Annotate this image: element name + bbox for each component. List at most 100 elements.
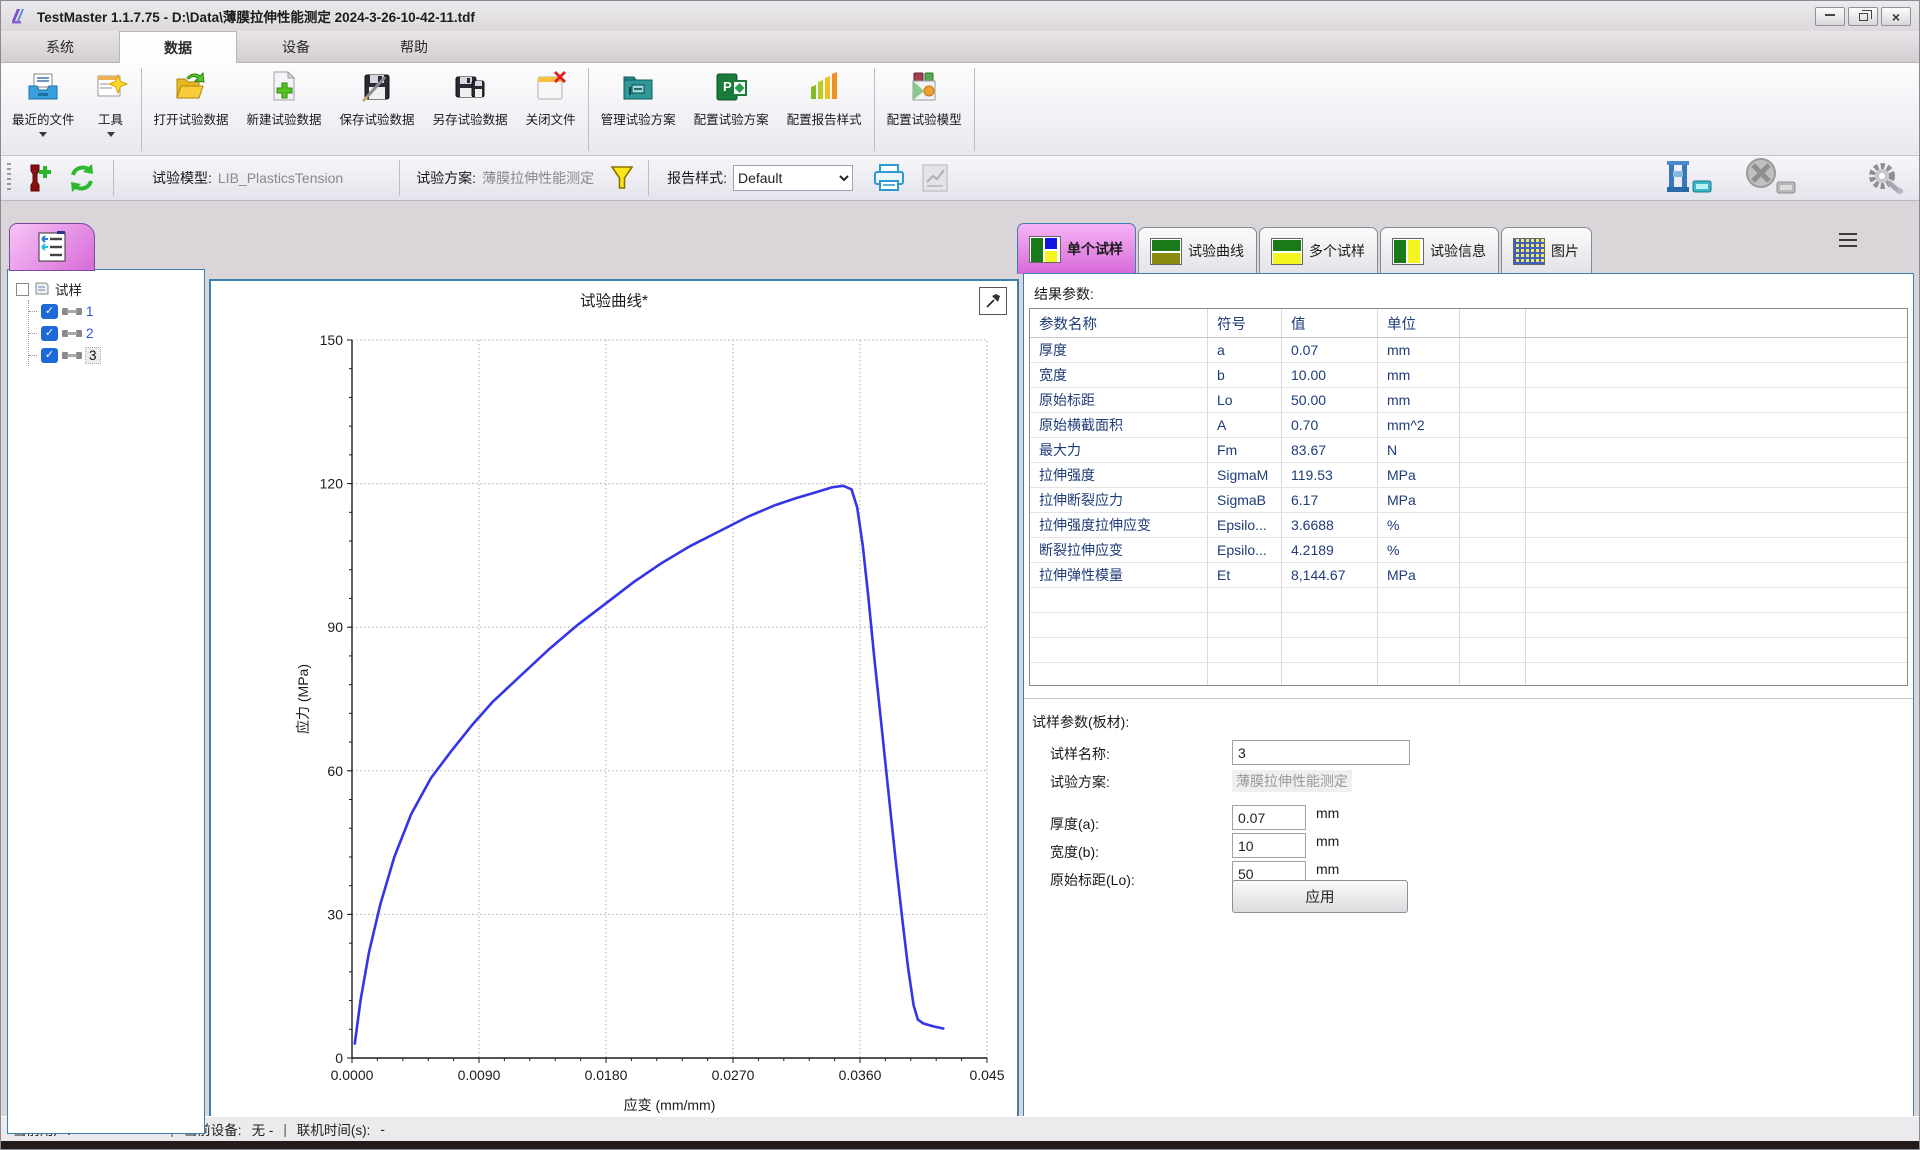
width-input[interactable] bbox=[1232, 833, 1306, 858]
save-as-test-data-button[interactable]: 另存试验数据 bbox=[424, 66, 517, 153]
svg-text:0.045: 0.045 bbox=[969, 1067, 1004, 1083]
menu-tab-system[interactable]: 系统 bbox=[1, 31, 119, 63]
unit-cell: MPa bbox=[1378, 563, 1460, 587]
results-table[interactable]: 参数名称 符号 值 单位 厚度 a 0.07 mm bbox=[1029, 308, 1908, 686]
empty-cell bbox=[1460, 588, 1526, 612]
table-row[interactable]: 宽度 b 10.00 mm bbox=[1030, 363, 1907, 388]
specimen-list-tab[interactable] bbox=[9, 223, 95, 271]
unit-cell: N bbox=[1378, 438, 1460, 462]
printer-icon bbox=[871, 162, 907, 194]
specimen-3-checkbox[interactable]: ✓ bbox=[41, 348, 58, 363]
col-value: 值 bbox=[1282, 309, 1378, 337]
tab-test-info[interactable]: 试验信息 bbox=[1380, 227, 1499, 274]
value-cell: 3.6688 bbox=[1282, 513, 1378, 537]
tree-root-label: 试样 bbox=[55, 279, 82, 299]
toolbar-separator bbox=[399, 160, 400, 196]
toolbar-separator bbox=[113, 160, 114, 196]
table-row[interactable] bbox=[1030, 663, 1907, 686]
config-scheme-button[interactable]: P 配置试验方案 bbox=[685, 66, 778, 153]
thickness-input[interactable] bbox=[1232, 805, 1306, 830]
width-unit: mm bbox=[1316, 833, 1339, 849]
tree-root-specimens[interactable]: 试样 bbox=[16, 278, 200, 300]
param-name-cell: 原始标距 bbox=[1030, 388, 1208, 412]
unit-cell bbox=[1378, 663, 1460, 686]
tree-item-specimen-1[interactable]: ✓ 1 bbox=[29, 300, 200, 322]
report-style-select[interactable]: Default bbox=[733, 165, 853, 191]
tree-item-specimen-3[interactable]: ✓ 3 bbox=[29, 344, 200, 366]
menu-tab-device[interactable]: 设备 bbox=[237, 31, 355, 63]
device-disconnected-icon[interactable] bbox=[1741, 158, 1799, 196]
symbol-cell: Et bbox=[1208, 563, 1282, 587]
table-row[interactable] bbox=[1030, 638, 1907, 663]
manage-scheme-button[interactable]: 管理试验方案 bbox=[592, 66, 685, 153]
restore-button[interactable] bbox=[1848, 7, 1878, 26]
tools-button[interactable]: 工具 bbox=[84, 66, 138, 153]
status-bar: 当前用户: Administrator | 当前设备: 无 - | 联机时间(s… bbox=[1, 1116, 1919, 1141]
menu-tab-help[interactable]: 帮助 bbox=[355, 31, 473, 63]
toolbar-button-label: 配置试验模型 bbox=[887, 109, 962, 128]
tab-multi-specimen[interactable]: 多个试样 bbox=[1259, 227, 1378, 274]
new-test-data-button[interactable]: 新建试验数据 bbox=[238, 66, 331, 153]
tab-test-curve[interactable]: 试验曲线 bbox=[1138, 227, 1257, 274]
stress-strain-plot[interactable]: 03060901201500.00000.00900.01800.02700.0… bbox=[211, 311, 1016, 1132]
config-model-button[interactable]: 配置试验模型 bbox=[878, 66, 971, 153]
value-cell bbox=[1282, 638, 1378, 662]
svg-text:90: 90 bbox=[327, 619, 343, 635]
unit-cell: % bbox=[1378, 513, 1460, 537]
specimen-form-title: 试样参数(板材): bbox=[1032, 712, 1129, 732]
table-row[interactable]: 最大力 Fm 83.67 N bbox=[1030, 438, 1907, 463]
title-bar: TestMaster 1.1.7.75 - D:\Data\薄膜拉伸性能测定 2… bbox=[1, 1, 1919, 31]
table-row[interactable]: 原始横截面积 A 0.70 mm^2 bbox=[1030, 413, 1907, 438]
toolbar-separator bbox=[588, 68, 589, 151]
param-name-cell: 断裂拉伸应变 bbox=[1030, 538, 1208, 562]
tab-single-specimen[interactable]: 单个试样 bbox=[1017, 223, 1136, 274]
table-row[interactable] bbox=[1030, 613, 1907, 638]
menu-tab-data[interactable]: 数据 bbox=[119, 31, 237, 63]
toolbar-button-label: 新建试验数据 bbox=[247, 109, 322, 128]
table-row[interactable]: 拉伸强度 SigmaM 119.53 MPa bbox=[1030, 463, 1907, 488]
specimen-icon bbox=[62, 307, 82, 316]
panel-menu-button[interactable] bbox=[1839, 233, 1857, 247]
param-name-cell bbox=[1030, 638, 1208, 662]
tree-item-specimen-2[interactable]: ✓ 2 bbox=[29, 322, 200, 344]
root-checkbox[interactable] bbox=[16, 283, 29, 296]
close-button[interactable]: × bbox=[1881, 7, 1911, 26]
table-row[interactable]: 拉伸强度拉伸应变 Epsilo... 3.6688 % bbox=[1030, 513, 1907, 538]
add-specimen-button[interactable] bbox=[23, 162, 53, 194]
tab-pictures[interactable]: 图片 bbox=[1501, 227, 1592, 274]
table-row[interactable] bbox=[1030, 588, 1907, 613]
specimen-1-checkbox[interactable]: ✓ bbox=[41, 304, 58, 319]
table-row[interactable]: 厚度 a 0.07 mm bbox=[1030, 338, 1907, 363]
report-preview-button[interactable] bbox=[919, 162, 951, 194]
close-file-button[interactable]: 关闭文件 bbox=[517, 66, 585, 153]
toolbar-button-label: 管理试验方案 bbox=[601, 109, 676, 128]
minimize-button[interactable] bbox=[1815, 7, 1845, 26]
refresh-button[interactable] bbox=[65, 161, 99, 195]
dropdown-arrow-icon bbox=[107, 132, 115, 137]
specimen-2-checkbox[interactable]: ✓ bbox=[41, 326, 58, 341]
specimen-name-input[interactable] bbox=[1232, 740, 1410, 765]
save-test-data-button[interactable]: 保存试验数据 bbox=[331, 66, 424, 153]
report-style-button[interactable]: 配置报告样式 bbox=[778, 66, 871, 153]
gauge-length-unit: mm bbox=[1316, 861, 1339, 877]
online-time-value: - bbox=[380, 1122, 385, 1137]
toolbar-grip[interactable] bbox=[7, 163, 11, 193]
value-cell: 83.67 bbox=[1282, 438, 1378, 462]
svg-text:120: 120 bbox=[320, 476, 344, 492]
curve-chart-panel: 试验曲线* 03060901201500.00000.00900.01800.0… bbox=[209, 279, 1019, 1134]
toolbar-button-label: 工具 bbox=[98, 109, 123, 128]
results-table-header: 参数名称 符号 值 单位 bbox=[1030, 309, 1907, 338]
table-row[interactable]: 拉伸断裂应力 SigmaB 6.17 MPa bbox=[1030, 488, 1907, 513]
test-machine-icon[interactable] bbox=[1663, 159, 1715, 195]
apply-button[interactable]: 应用 bbox=[1232, 880, 1408, 913]
open-test-data-button[interactable]: 打开试验数据 bbox=[145, 66, 238, 153]
table-row[interactable]: 原始标距 Lo 50.00 mm bbox=[1030, 388, 1907, 413]
settings-gear-icon[interactable] bbox=[1865, 158, 1905, 196]
print-button[interactable] bbox=[871, 162, 907, 194]
recent-files-button[interactable]: 最近的文件 bbox=[3, 66, 84, 153]
table-row[interactable]: 拉伸弹性模量 Et 8,144.67 MPa bbox=[1030, 563, 1907, 588]
filter-scheme-button[interactable] bbox=[610, 165, 634, 191]
svg-text:150: 150 bbox=[320, 332, 344, 348]
table-row[interactable]: 断裂拉伸应变 Epsilo... 4.2189 % bbox=[1030, 538, 1907, 563]
value-cell: 0.70 bbox=[1282, 413, 1378, 437]
